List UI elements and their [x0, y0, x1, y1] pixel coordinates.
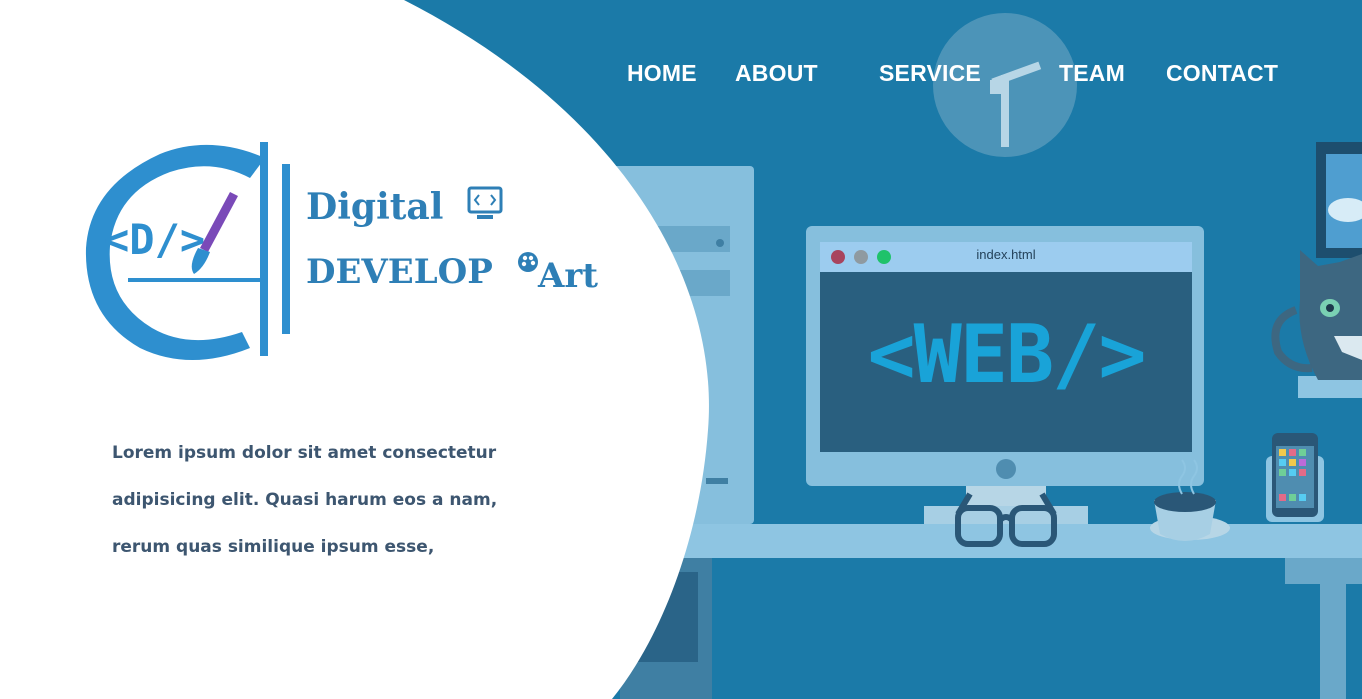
intro-line: rerum quas similique ipsum esse,	[112, 537, 435, 557]
main-nav: HOME ABOUT SERVICE TEAM CONTACT	[0, 60, 1362, 100]
brand-name-suffix: Art	[538, 256, 598, 296]
nav-about[interactable]: ABOUT	[735, 60, 818, 87]
screen-web-text: <WEB/>	[867, 308, 1147, 401]
intro-text: Lorem ipsum dolor sit amet consectetur a…	[112, 430, 532, 571]
browser-tab-title: index.html	[976, 247, 1036, 262]
intro-line: adipisicing elit. Quasi harum eos a nam,	[112, 490, 498, 510]
brand-name-line2: DEVELOP	[306, 252, 493, 292]
intro-line: Lorem ipsum dolor sit amet consectetur	[112, 443, 497, 463]
code-monitor-icon	[467, 186, 503, 219]
nav-home[interactable]: HOME	[627, 60, 697, 87]
nav-contact[interactable]: CONTACT	[1166, 60, 1278, 87]
logo-mark-text: <D/>	[104, 215, 205, 264]
palette-icon	[518, 252, 538, 272]
brand-name-line1: Digital	[306, 186, 444, 228]
nav-team[interactable]: TEAM	[1059, 60, 1125, 87]
brand-logo[interactable]: <D/>	[80, 136, 620, 366]
nav-service[interactable]: SERVICE	[879, 60, 981, 87]
logo-mark-icon: <D/>	[85, 142, 290, 360]
